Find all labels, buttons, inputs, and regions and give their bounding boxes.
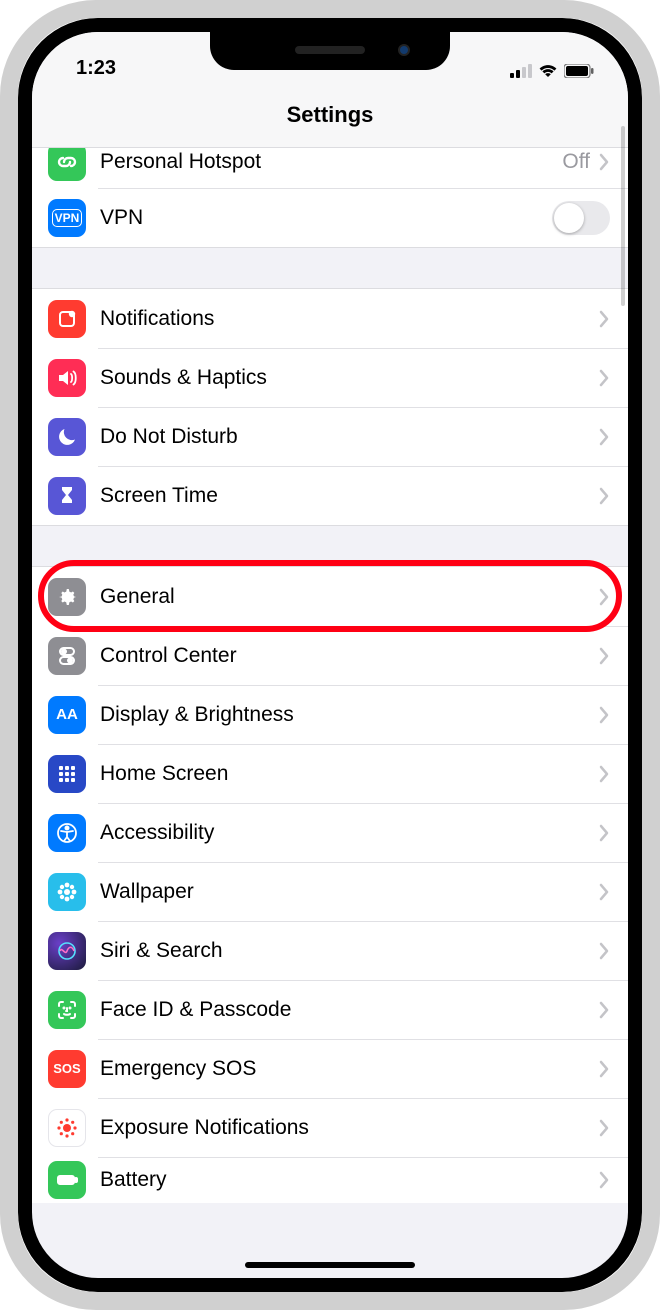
chevron-right-icon [598,369,610,387]
row-general[interactable]: General [32,567,628,626]
app-grid-icon [48,755,86,793]
row-label: Notifications [100,307,598,331]
battery-icon [564,64,594,78]
chevron-right-icon [598,428,610,446]
chevron-right-icon [598,153,610,171]
accessibility-icon [48,814,86,852]
group-separator [32,525,628,567]
chevron-right-icon [598,487,610,505]
group-separator [32,247,628,289]
chevron-right-icon [598,1171,610,1189]
home-indicator[interactable] [245,1262,415,1268]
row-label: Battery [100,1168,598,1192]
row-label: Control Center [100,644,598,668]
row-label: Home Screen [100,762,598,786]
device-notch [210,32,450,70]
link-icon [48,148,86,181]
chevron-right-icon [598,588,610,606]
row-face-id[interactable]: Face ID & Passcode [32,980,628,1039]
chevron-right-icon [598,883,610,901]
hourglass-icon [48,477,86,515]
status-time: 1:23 [60,57,116,82]
row-label: Personal Hotspot [100,150,562,174]
navbar: Settings [32,82,628,148]
row-vpn[interactable]: VPN VPN [32,188,628,247]
chevron-right-icon [598,1060,610,1078]
vpn-icon: VPN [48,199,86,237]
text-size-icon: AA [48,696,86,734]
row-label: Screen Time [100,484,598,508]
row-label: Emergency SOS [100,1057,598,1081]
notifications-icon [48,300,86,338]
row-wallpaper[interactable]: Wallpaper [32,862,628,921]
scrollbar[interactable] [621,126,625,306]
row-label: Display & Brightness [100,703,598,727]
row-detail: Off [562,150,590,174]
chevron-right-icon [598,647,610,665]
row-accessibility[interactable]: Accessibility [32,803,628,862]
row-siri-search[interactable]: Siri & Search [32,921,628,980]
row-control-center[interactable]: Control Center [32,626,628,685]
row-home-screen[interactable]: Home Screen [32,744,628,803]
row-display-brightness[interactable]: AA Display & Brightness [32,685,628,744]
row-label: VPN [100,206,552,230]
row-label: General [100,585,598,609]
row-personal-hotspot[interactable]: Personal Hotspot Off [32,148,628,188]
gear-icon [48,578,86,616]
flower-icon [48,873,86,911]
row-sounds[interactable]: Sounds & Haptics [32,348,628,407]
navbar-title: Settings [287,102,374,128]
row-label: Exposure Notifications [100,1116,598,1140]
row-screen-time[interactable]: Screen Time [32,466,628,525]
vpn-toggle[interactable] [552,201,610,235]
chevron-right-icon [598,942,610,960]
chevron-right-icon [598,765,610,783]
cellular-icon [510,64,532,78]
row-label: Accessibility [100,821,598,845]
chevron-right-icon [598,1119,610,1137]
chevron-right-icon [598,310,610,328]
chevron-right-icon [598,824,610,842]
row-label: Wallpaper [100,880,598,904]
settings-scroll[interactable]: Personal Hotspot Off VPN VPN [32,148,628,1278]
row-label: Sounds & Haptics [100,366,598,390]
battery-icon [48,1161,86,1199]
row-label: Do Not Disturb [100,425,598,449]
face-id-icon [48,991,86,1029]
chevron-right-icon [598,706,610,724]
chevron-right-icon [598,1001,610,1019]
row-exposure-notifications[interactable]: Exposure Notifications [32,1098,628,1157]
sos-icon: SOS [48,1050,86,1088]
moon-icon [48,418,86,456]
speaker-icon [48,359,86,397]
siri-icon [48,932,86,970]
wifi-icon [538,64,558,78]
row-label: Siri & Search [100,939,598,963]
row-battery[interactable]: Battery [32,1157,628,1203]
row-emergency-sos[interactable]: SOS Emergency SOS [32,1039,628,1098]
exposure-icon [48,1109,86,1147]
row-notifications[interactable]: Notifications [32,289,628,348]
row-label: Face ID & Passcode [100,998,598,1022]
row-do-not-disturb[interactable]: Do Not Disturb [32,407,628,466]
switches-icon [48,637,86,675]
